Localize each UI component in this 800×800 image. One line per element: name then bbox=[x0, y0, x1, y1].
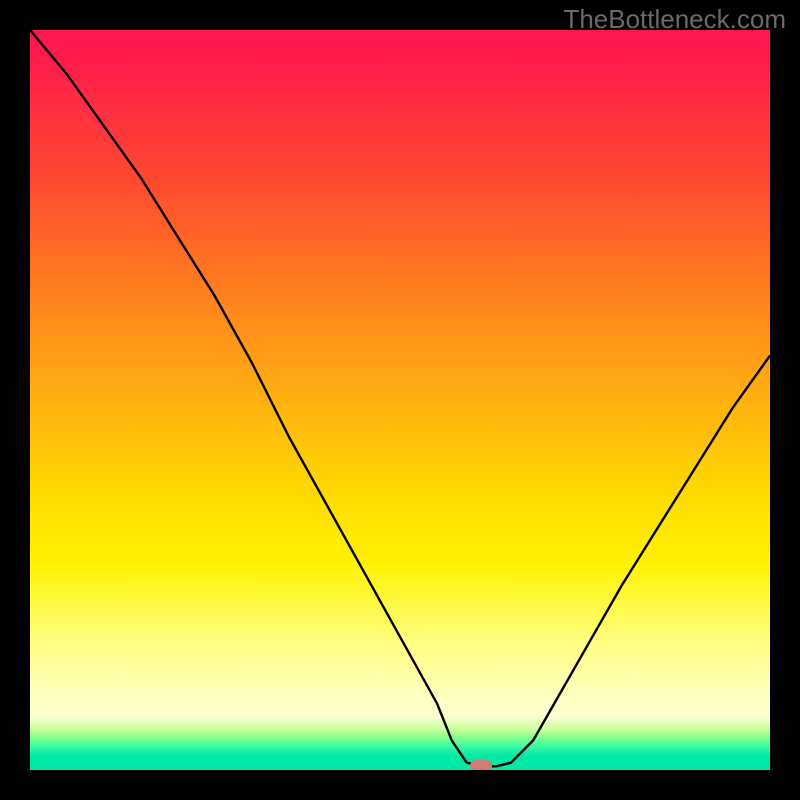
chart-plot-area bbox=[30, 30, 770, 770]
bottleneck-curve-path bbox=[30, 30, 770, 766]
optimal-point-marker bbox=[470, 760, 492, 770]
watermark-text: TheBottleneck.com bbox=[563, 4, 786, 35]
bottleneck-curve-svg bbox=[30, 30, 770, 770]
